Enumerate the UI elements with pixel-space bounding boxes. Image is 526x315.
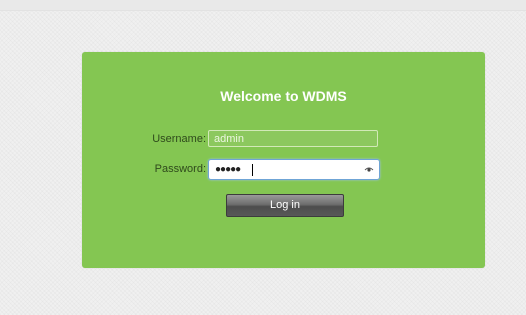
login-button[interactable]: Log in bbox=[226, 194, 344, 217]
text-caret bbox=[252, 164, 253, 176]
username-label: Username: bbox=[152, 133, 206, 145]
password-field[interactable]: ●●●●● bbox=[208, 159, 380, 180]
username-field[interactable]: admin bbox=[208, 130, 378, 147]
top-band bbox=[0, 0, 526, 11]
login-panel: Welcome to WDMS Username: admin Password… bbox=[82, 52, 485, 268]
password-mask: ●●●●● bbox=[215, 164, 241, 175]
page-title: Welcome to WDMS bbox=[220, 88, 347, 104]
eye-icon[interactable] bbox=[364, 165, 374, 174]
password-label: Password: bbox=[154, 163, 206, 175]
